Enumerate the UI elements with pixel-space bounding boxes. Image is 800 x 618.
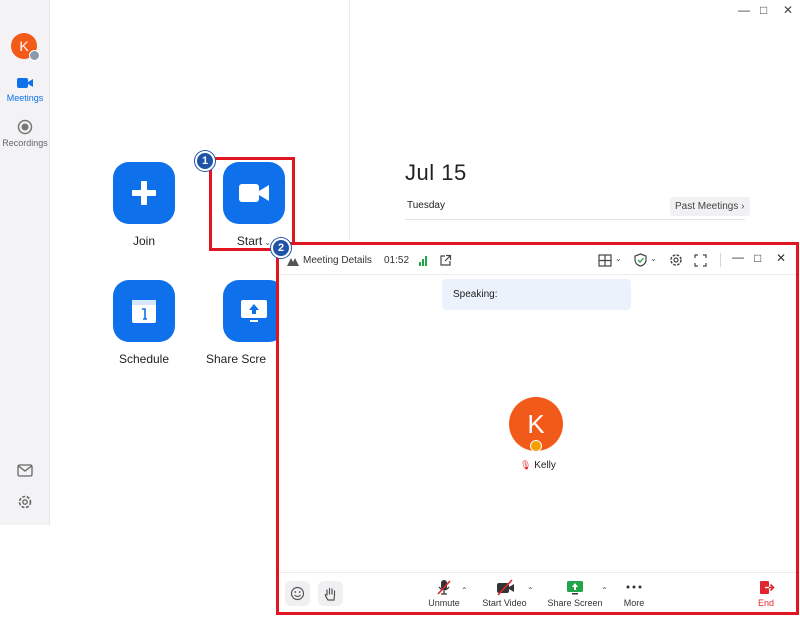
step-1-badge: 1 bbox=[195, 151, 215, 171]
view-grid-icon[interactable] bbox=[598, 254, 612, 267]
divider bbox=[720, 253, 721, 267]
chevron-right-icon: › bbox=[741, 201, 745, 212]
meeting-titlebar: Meeting Details 01:52 ⌄ ⌄ — □ ✕ bbox=[276, 248, 800, 276]
start-video-button[interactable]: Start Video bbox=[477, 579, 532, 608]
more-dots-icon bbox=[626, 585, 642, 589]
sidebar-item-label: Recordings bbox=[2, 138, 48, 148]
chevron-down-icon[interactable]: ⌄ bbox=[615, 254, 622, 263]
divider bbox=[276, 274, 800, 275]
chevron-up-icon[interactable]: ⌃ bbox=[527, 586, 534, 595]
desktop-area bbox=[0, 525, 50, 618]
calendar-icon bbox=[132, 300, 156, 323]
pop-out-icon[interactable] bbox=[439, 254, 452, 267]
share-screen-icon bbox=[241, 300, 267, 322]
host-badge bbox=[530, 440, 542, 452]
minimize-icon[interactable]: — bbox=[738, 3, 750, 17]
day-label: Tuesday bbox=[407, 200, 445, 211]
close-icon[interactable]: ✕ bbox=[776, 251, 786, 265]
meeting-window: Meeting Details 01:52 ⌄ ⌄ — □ ✕ Speaking… bbox=[276, 242, 800, 618]
leave-icon bbox=[759, 581, 775, 594]
sidebar: K Meetings Recordings bbox=[0, 0, 50, 525]
video-camera-icon bbox=[17, 78, 33, 88]
hand-icon bbox=[324, 587, 336, 601]
past-meetings-button[interactable]: Past Meetings › bbox=[670, 197, 750, 216]
settings-icon[interactable] bbox=[669, 253, 683, 267]
mail-icon[interactable] bbox=[17, 464, 33, 477]
maximize-icon[interactable]: □ bbox=[754, 251, 761, 265]
chevron-up-icon[interactable]: ⌃ bbox=[461, 586, 468, 595]
sidebar-item-label: Meetings bbox=[6, 93, 44, 103]
settings-icon[interactable] bbox=[17, 494, 33, 510]
status-badge bbox=[29, 50, 40, 61]
divider bbox=[405, 219, 745, 220]
raise-hand-button[interactable] bbox=[318, 581, 343, 606]
fullscreen-icon[interactable] bbox=[694, 254, 707, 267]
meeting-timer: 01:52 bbox=[384, 255, 410, 266]
panel-divider bbox=[349, 0, 350, 240]
step-2-badge: 2 bbox=[271, 238, 291, 258]
participant-name-label: 🎙 Kelly bbox=[520, 460, 556, 471]
join-label: Join bbox=[132, 234, 155, 248]
plus-icon bbox=[132, 181, 156, 205]
sidebar-item-meetings[interactable]: Meetings bbox=[0, 76, 50, 103]
unmute-label: Unmute bbox=[428, 598, 460, 608]
meeting-title[interactable]: Meeting Details bbox=[303, 255, 372, 266]
divider bbox=[276, 572, 800, 573]
chevron-up-icon[interactable]: ⌃ bbox=[601, 586, 608, 595]
minimize-icon[interactable]: — bbox=[732, 250, 744, 264]
end-label: End bbox=[757, 598, 774, 608]
share-screen-label: Share Scre bbox=[206, 352, 267, 366]
end-button[interactable]: End bbox=[752, 579, 780, 608]
date-title: Jul 15 bbox=[405, 160, 467, 185]
share-screen-button[interactable]: Share Screen bbox=[546, 579, 604, 608]
more-button[interactable]: More bbox=[618, 579, 650, 608]
muted-mic-icon: 🎙 bbox=[520, 460, 532, 470]
more-label: More bbox=[623, 598, 645, 608]
signal-strength-icon[interactable] bbox=[418, 255, 428, 266]
chevron-down-icon[interactable]: ⌄ bbox=[650, 254, 657, 263]
start-video-label: Start Video bbox=[482, 598, 527, 608]
share-screen-icon bbox=[567, 581, 583, 595]
record-icon bbox=[17, 119, 33, 135]
muted-microphone-icon bbox=[437, 580, 451, 595]
share-screen-label: Share Screen bbox=[547, 598, 603, 608]
avatar-initial: K bbox=[19, 38, 29, 54]
avatar[interactable]: K bbox=[11, 33, 40, 61]
video-off-icon bbox=[496, 579, 514, 596]
security-shield-icon[interactable] bbox=[634, 253, 647, 267]
reactions-button[interactable] bbox=[285, 581, 310, 606]
participant-name: Kelly bbox=[534, 460, 556, 471]
unmute-button[interactable]: Unmute bbox=[424, 579, 464, 608]
highlight-start bbox=[209, 157, 295, 251]
sidebar-item-recordings[interactable]: Recordings bbox=[0, 119, 50, 148]
join-button[interactable] bbox=[113, 162, 175, 224]
participant-initial: K bbox=[527, 408, 545, 439]
speaking-indicator: Speaking: bbox=[442, 279, 631, 310]
past-meetings-label: Past Meetings bbox=[675, 201, 739, 212]
meeting-info-icon[interactable] bbox=[286, 256, 300, 267]
maximize-icon[interactable]: □ bbox=[760, 3, 767, 17]
schedule-button[interactable] bbox=[113, 280, 175, 342]
schedule-label: Schedule bbox=[118, 352, 170, 366]
close-icon[interactable]: ✕ bbox=[783, 3, 793, 17]
emoji-icon bbox=[290, 586, 305, 601]
